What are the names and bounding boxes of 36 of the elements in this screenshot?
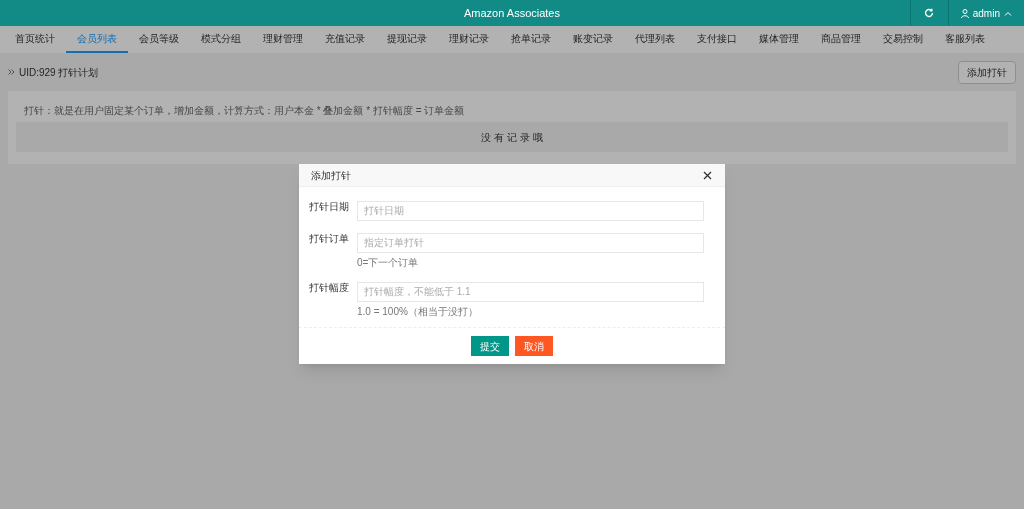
field-label: 打针幅度 <box>308 281 350 295</box>
nav-tab[interactable]: 首页统计 <box>4 26 66 53</box>
field-label: 打针日期 <box>308 200 350 214</box>
app-title: Amazon Associates <box>464 5 560 21</box>
empty-message: 没 有 记 录 哦 <box>16 122 1008 152</box>
breadcrumb: UID:929 打针计划 <box>19 65 99 80</box>
nav-tab[interactable]: 模式分组 <box>190 26 252 53</box>
close-button[interactable] <box>703 170 713 180</box>
dialog-title: 添加打针 <box>311 168 351 183</box>
nav-tab[interactable]: 支付接口 <box>686 26 748 53</box>
input-field[interactable]: 指定订单打针 <box>357 232 704 253</box>
nav-tab[interactable]: 客服列表 <box>934 26 996 53</box>
field-hint: 0=下一个订单 <box>357 256 420 270</box>
refresh-icon <box>924 8 935 18</box>
note-text: 打针：就是在用户固定某个订单，增加金额，计算方式：用户本金 * 叠加金额 * 打针幅度 = 订单金额 <box>23 104 466 118</box>
nav-tab[interactable]: 抢单记录 <box>500 26 562 53</box>
nav-tab[interactable]: 商品管理 <box>810 26 872 53</box>
add-button[interactable]: 添加打针 <box>958 60 1016 84</box>
dialog-button[interactable]: 提交 <box>471 336 509 356</box>
nav-tab[interactable]: 会员等级 <box>128 26 190 53</box>
nav-tab[interactable]: 理财管理 <box>252 26 314 53</box>
nav-tab[interactable]: 提现记录 <box>376 26 438 53</box>
user-icon <box>960 8 969 18</box>
caret-icon <box>1004 10 1012 16</box>
close-icon <box>703 170 712 180</box>
nav-tab[interactable]: 充值记录 <box>314 26 376 53</box>
input-field[interactable]: 打针幅度，不能低于 1.1 <box>357 281 704 302</box>
nav-tab[interactable]: 代理列表 <box>624 26 686 53</box>
chevron-icon <box>8 69 15 75</box>
nav-tab[interactable]: 理财记录 <box>438 26 500 53</box>
nav-tab[interactable]: 交易控制 <box>872 26 934 53</box>
input-field[interactable]: 打针日期 <box>357 200 704 221</box>
nav-tab[interactable]: 媒体管理 <box>748 26 810 53</box>
field-label: 打针订单 <box>308 232 350 246</box>
field-hint: 1.0 = 100%（相当于没打） <box>357 305 479 319</box>
nav-tab[interactable]: 账变记录 <box>562 26 624 53</box>
